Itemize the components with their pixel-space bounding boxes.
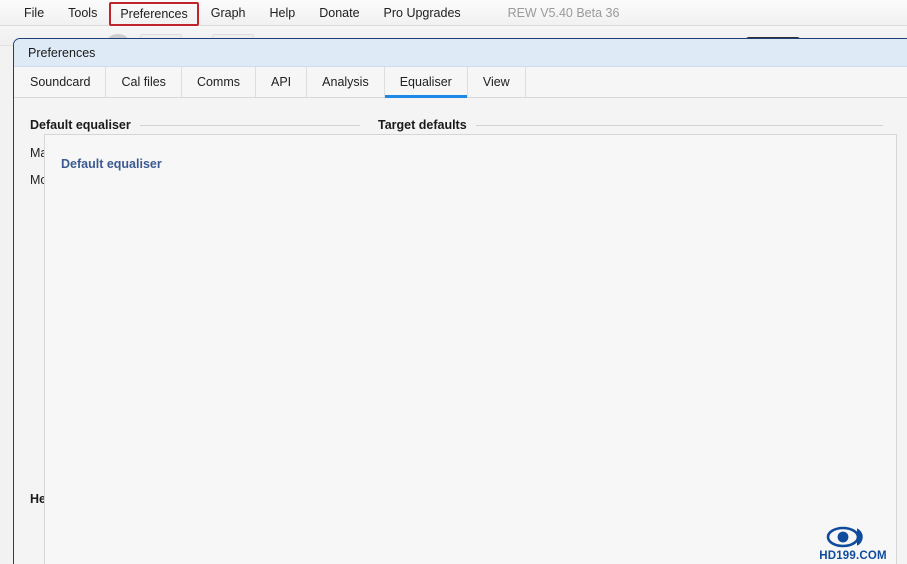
watermark-text: HD199.COM [819,550,887,562]
tab-soundcard[interactable]: Soundcard [15,67,107,97]
section-target-defaults: Target defaults [378,118,883,132]
tab-comms[interactable]: Comms [182,67,256,97]
menu-item-tools[interactable]: Tools [56,0,109,26]
screen: REW V5.40 Beta 36 File Tools Preferences Gr… [0,0,907,564]
menu-item-preferences[interactable]: Preferences [109,1,199,26]
help-panel: Default equaliser [44,134,897,564]
tab-cal-files[interactable]: Cal files [106,67,182,97]
hd199-logo-icon [826,526,863,548]
preferences-content: Default equaliser Manufacturer: Generic … [14,98,907,564]
dialog-title-bar: Preferences [14,39,907,67]
menu-item-help[interactable]: Help [258,0,308,26]
menu-item-graph[interactable]: Graph [199,0,258,26]
tab-api[interactable]: API [256,67,308,97]
tab-equaliser[interactable]: Equaliser [384,67,468,98]
section-default-equaliser: Default equaliser [30,118,360,132]
dialog-title-text: Preferences [28,45,96,60]
watermark: HD199.COM [805,526,901,562]
preferences-tab-bar: Soundcard Cal files Comms API Analysis Equali… [14,67,907,98]
preferences-dialog: Preferences Soundcard Cal files Comms API An… [13,38,907,564]
section-title-target-defaults: Target defaults [378,118,467,132]
menu-item-file[interactable]: File [12,0,56,26]
section-divider [475,124,883,126]
menu-item-donate[interactable]: Donate [307,0,371,26]
section-title-default-equaliser: Default equaliser [30,118,131,132]
app-menu-bar: REW V5.40 Beta 36 File Tools Preferences Gr… [0,0,907,26]
menu-item-list: File Tools Preferences Graph Help Donate Pro U… [12,0,473,26]
app-title-text: REW V5.40 Beta 36 [507,6,620,20]
menu-item-pro-upgrades[interactable]: Pro Upgrades [372,0,473,26]
section-divider [139,124,360,126]
tab-analysis[interactable]: Analysis [307,67,385,97]
help-body-text: Default equaliser [61,157,162,171]
tab-view[interactable]: View [468,67,526,97]
